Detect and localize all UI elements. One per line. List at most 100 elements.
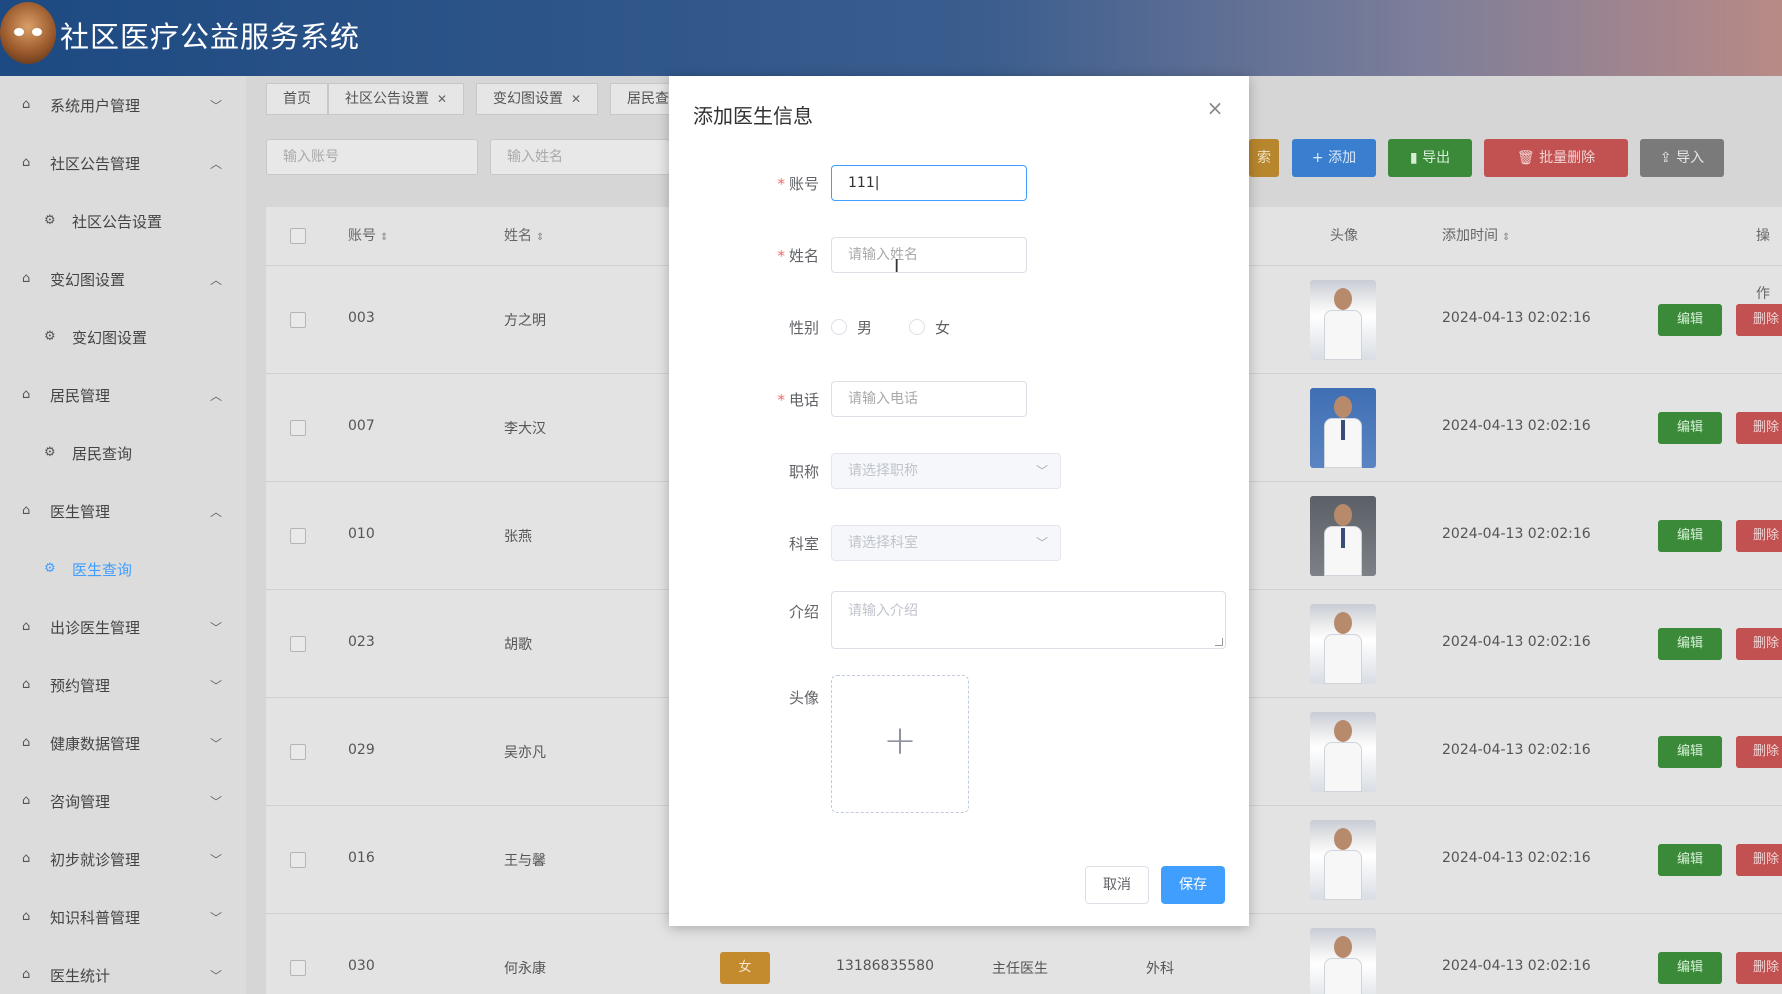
- row-checkbox[interactable]: [290, 312, 306, 328]
- sidebar-item-notice-settings[interactable]: ⚙ 社区公告设置: [0, 192, 246, 250]
- cell-name: 王与馨: [504, 853, 546, 869]
- edit-button[interactable]: 编辑: [1658, 304, 1722, 336]
- text-cursor-icon: I: [894, 256, 900, 277]
- column-header-avatar: 头像: [1330, 228, 1358, 244]
- name-field[interactable]: 请输入姓名: [831, 237, 1027, 273]
- home-icon: ⌂: [22, 967, 31, 982]
- sort-icon[interactable]: ⇕: [1502, 232, 1510, 243]
- gear-icon: ⚙: [44, 329, 56, 344]
- plus-icon: +: [883, 718, 917, 764]
- home-icon: ⌂: [22, 155, 31, 170]
- edit-button[interactable]: 编辑: [1658, 844, 1722, 876]
- row-checkbox[interactable]: [290, 744, 306, 760]
- delete-button[interactable]: 删除: [1736, 412, 1782, 444]
- edit-button[interactable]: 编辑: [1658, 628, 1722, 660]
- sidebar-item-doctor-stats[interactable]: ⌂ 医生统计 ﹀: [0, 946, 246, 994]
- home-icon: ⌂: [22, 503, 31, 518]
- title-label: 职称: [788, 463, 819, 481]
- row-checkbox[interactable]: [290, 960, 306, 976]
- cell-name: 何永康: [504, 961, 546, 977]
- delete-button[interactable]: 删除: [1736, 304, 1782, 336]
- cancel-button[interactable]: 取消: [1085, 866, 1149, 904]
- home-icon: ⌂: [22, 793, 31, 808]
- account-label: * 账号: [777, 175, 819, 193]
- row-checkbox[interactable]: [290, 636, 306, 652]
- tab-home[interactable]: 首页: [266, 83, 328, 115]
- sidebar-item-visiting-doctor[interactable]: ⌂ 出诊医生管理 ﹀: [0, 598, 246, 656]
- edit-button[interactable]: 编辑: [1658, 412, 1722, 444]
- dept-select[interactable]: 请选择科室 ﹀: [831, 525, 1061, 561]
- sidebar-item-doctor-query[interactable]: ⚙ 医生查询: [0, 540, 246, 598]
- gear-icon: ⚙: [44, 213, 56, 228]
- sidebar-item-knowledge[interactable]: ⌂ 知识科普管理 ﹀: [0, 888, 246, 946]
- delete-button[interactable]: 删除: [1736, 844, 1782, 876]
- delete-button[interactable]: 删除: [1736, 736, 1782, 768]
- row-checkbox[interactable]: [290, 852, 306, 868]
- select-all-checkbox[interactable]: [290, 228, 306, 244]
- sidebar-item-carousel-settings[interactable]: ⚙ 变幻图设置: [0, 308, 246, 366]
- export-button[interactable]: ▮ 导出: [1388, 139, 1472, 177]
- close-icon[interactable]: ✕: [437, 92, 447, 106]
- column-header-account[interactable]: 账号 ⇕: [348, 207, 388, 265]
- account-field[interactable]: 111|: [831, 165, 1027, 201]
- gender-label: 性别: [788, 319, 819, 337]
- sidebar-item-resident-management[interactable]: ⌂ 居民管理 ︿: [0, 366, 246, 424]
- import-button[interactable]: ⇪ 导入: [1640, 139, 1724, 177]
- chevron-down-icon: ﹀: [210, 620, 223, 635]
- cell-dept: 外科: [1146, 961, 1174, 977]
- column-header-added-time[interactable]: 添加时间 ⇕: [1442, 207, 1510, 265]
- row-checkbox[interactable]: [290, 528, 306, 544]
- sidebar-item-resident-query[interactable]: ⚙ 居民查询: [0, 424, 246, 482]
- column-header-name[interactable]: 姓名 ⇕: [504, 207, 544, 265]
- cell-name: 方之明: [504, 313, 546, 329]
- chevron-down-icon: ﹀: [210, 852, 223, 867]
- sidebar-item-consultation[interactable]: ⌂ 咨询管理 ﹀: [0, 772, 246, 830]
- delete-button[interactable]: 删除: [1736, 952, 1782, 984]
- chevron-down-icon: ﹀: [210, 968, 223, 983]
- avatar-uploader[interactable]: +: [831, 675, 969, 813]
- gender-female-radio[interactable]: [909, 319, 925, 335]
- row-checkbox[interactable]: [290, 420, 306, 436]
- intro-textarea[interactable]: 请输入介绍: [831, 591, 1226, 649]
- phone-label: * 电话: [777, 391, 819, 409]
- edit-button[interactable]: 编辑: [1658, 952, 1722, 984]
- sidebar-item-health-data[interactable]: ⌂ 健康数据管理 ﹀: [0, 714, 246, 772]
- cell-added-time: 2024-04-13 02:02:16: [1442, 418, 1591, 434]
- sidebar-item-user-management[interactable]: ⌂ 系统用户管理 ﹀: [0, 76, 246, 134]
- edit-button[interactable]: 编辑: [1658, 520, 1722, 552]
- sidebar-item-appointment[interactable]: ⌂ 预约管理 ﹀: [0, 656, 246, 714]
- doctor-avatar: [1310, 280, 1376, 360]
- delete-button[interactable]: 删除: [1736, 520, 1782, 552]
- phone-field[interactable]: 请输入电话: [831, 381, 1027, 417]
- sort-icon[interactable]: ⇕: [536, 232, 544, 243]
- sidebar-item-notice-management[interactable]: ⌂ 社区公告管理 ︿: [0, 134, 246, 192]
- resize-handle[interactable]: [1215, 638, 1223, 646]
- sort-icon[interactable]: ⇕: [380, 232, 388, 243]
- delete-button[interactable]: 删除: [1736, 628, 1782, 660]
- edit-button[interactable]: 编辑: [1658, 736, 1722, 768]
- bar-chart-icon: ▮: [1409, 150, 1423, 166]
- sidebar-item-carousel-group[interactable]: ⌂ 变幻图设置 ︿: [0, 250, 246, 308]
- title-select[interactable]: 请选择职称 ﹀: [831, 453, 1061, 489]
- tab-notice-settings[interactable]: 社区公告设置 ✕: [328, 83, 465, 115]
- batch-delete-button[interactable]: 🗑 批量删除: [1484, 139, 1628, 177]
- name-search-input[interactable]: 输入姓名: [490, 139, 670, 175]
- sidebar-item-doctor-management[interactable]: ⌂ 医生管理 ︿: [0, 482, 246, 540]
- save-button[interactable]: 保存: [1161, 866, 1225, 904]
- close-icon[interactable]: ✕: [571, 92, 581, 106]
- search-button[interactable]: 索: [1249, 139, 1279, 177]
- doctor-avatar: [1310, 712, 1376, 792]
- tab-carousel-settings[interactable]: 变幻图设置 ✕: [476, 83, 599, 115]
- sidebar-item-initial-visit[interactable]: ⌂ 初步就诊管理 ﹀: [0, 830, 246, 888]
- gender-female-label[interactable]: 女: [935, 317, 950, 338]
- gender-male-label[interactable]: 男: [857, 317, 872, 338]
- account-search-input[interactable]: 输入账号: [266, 139, 478, 175]
- gender-male-radio[interactable]: [831, 319, 847, 335]
- avatar-label: 头像: [788, 689, 819, 707]
- home-icon: ⌂: [22, 909, 31, 924]
- add-button[interactable]: + 添加: [1292, 139, 1376, 177]
- home-icon: ⌂: [22, 97, 31, 112]
- doctor-avatar: [1310, 604, 1376, 684]
- chevron-down-icon: ﹀: [210, 910, 223, 925]
- close-icon[interactable]: ×: [1205, 98, 1225, 118]
